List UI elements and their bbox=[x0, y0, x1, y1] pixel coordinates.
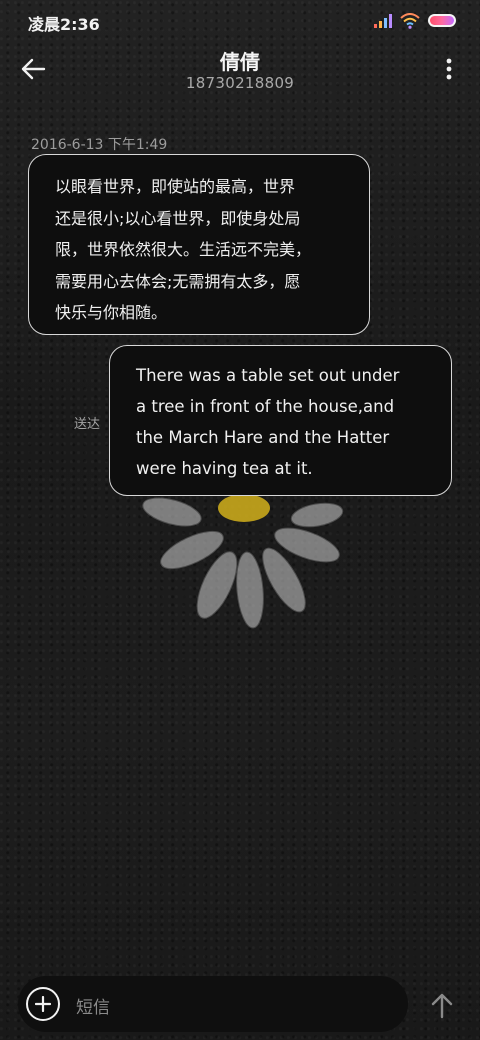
plus-icon bbox=[35, 996, 51, 1012]
incoming-message-text: 以眼看世界，即使站的最高，世界 还是很小;以心看世界，即使身处局 限，世界依然很… bbox=[55, 171, 343, 329]
message-line: 限，世界依然很大。生活远不完美， bbox=[55, 240, 312, 259]
outgoing-message-text: There was a table set out under a tree i… bbox=[136, 360, 433, 484]
message-line: a tree in front of the house,and bbox=[136, 397, 395, 416]
status-bar: 凌晨2:36 bbox=[0, 0, 480, 42]
flower-center bbox=[218, 494, 270, 522]
signal-icon bbox=[374, 14, 392, 28]
messaging-screen: 凌晨2:36 倩倩 18730218809 2016-6-13 下午1:49 以… bbox=[0, 0, 480, 1040]
status-time: 凌晨2:36 bbox=[28, 15, 100, 34]
wifi-icon bbox=[400, 13, 420, 29]
battery-fill bbox=[430, 16, 454, 25]
message-timestamp: 2016-6-13 下午1:49 bbox=[31, 137, 168, 153]
message-line: were having tea at it. bbox=[136, 459, 313, 478]
contact-name: 倩倩 bbox=[220, 50, 260, 74]
message-input[interactable]: 短信 bbox=[76, 993, 110, 1018]
message-line: There was a table set out under bbox=[136, 366, 400, 385]
add-attachment-button[interactable] bbox=[26, 987, 60, 1021]
message-line: the March Hare and the Hatter bbox=[136, 428, 390, 447]
conversation-header: 倩倩 18730218809 bbox=[0, 42, 480, 106]
vertical-dots-icon[interactable] bbox=[446, 58, 452, 80]
contact-number[interactable]: 18730218809 bbox=[0, 74, 480, 92]
outgoing-message-bubble[interactable]: There was a table set out under a tree i… bbox=[109, 345, 452, 496]
battery-icon bbox=[428, 14, 456, 27]
arrow-up-icon[interactable] bbox=[428, 992, 456, 1020]
message-composer[interactable]: 短信 bbox=[18, 976, 408, 1032]
message-line: 还是很小;以心看世界，即使身处局 bbox=[55, 208, 301, 228]
delivery-status: 送达 bbox=[74, 417, 101, 432]
status-icons bbox=[336, 12, 456, 30]
message-line: 需要用心去体会;无需拥有太多，愿 bbox=[55, 271, 301, 291]
message-line: 快乐与你相随。 bbox=[55, 303, 168, 322]
message-line: 以眼看世界，即使站的最高，世界 bbox=[55, 177, 296, 196]
incoming-message-bubble[interactable]: 以眼看世界，即使站的最高，世界 还是很小;以心看世界，即使身处局 限，世界依然很… bbox=[28, 154, 370, 335]
